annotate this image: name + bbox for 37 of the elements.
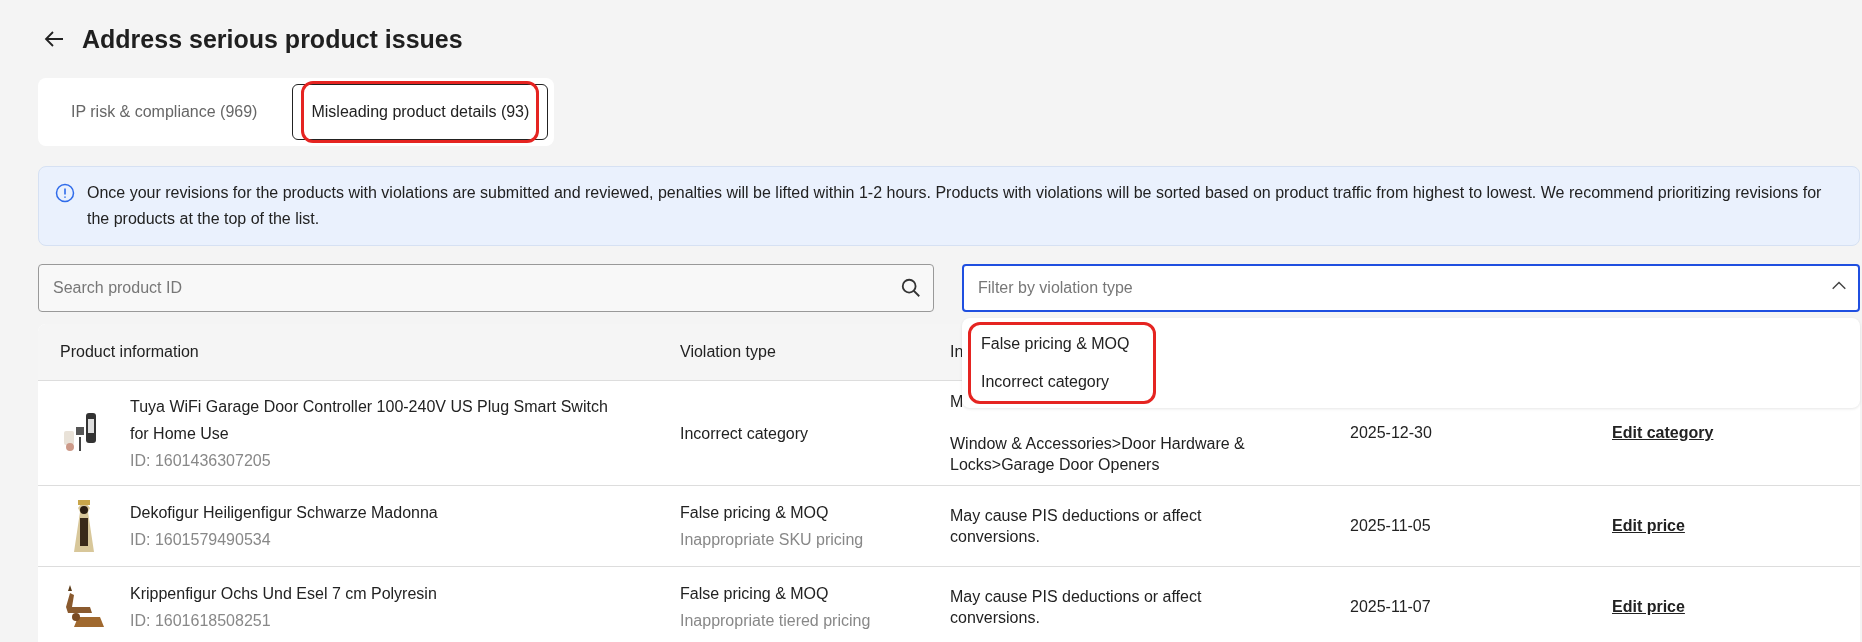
impact-text: Locks>Garage Door Openers	[950, 455, 1160, 475]
violation-detail: Inappropriate SKU pricing	[680, 530, 864, 550]
violation-type-dropdown[interactable]: Filter by violation type	[962, 264, 1860, 312]
deadline-date: 2025-11-07	[1350, 598, 1431, 615]
violation-type: Incorrect category	[680, 423, 809, 444]
impact-text: M	[950, 392, 964, 412]
impact-text: May cause PIS deductions or affect	[950, 587, 1202, 607]
product-id: ID: 1601436307205	[130, 450, 271, 471]
search-icon[interactable]	[900, 277, 922, 299]
product-name[interactable]: Tuya WiFi Garage Door Controller 100-240V US Plug Smart Switch for Home Use	[130, 392, 630, 447]
deadline-date: 2025-12-30	[1350, 424, 1432, 441]
violation-type: False pricing & MOQ	[680, 503, 829, 523]
search-field[interactable]: Search product ID	[38, 264, 934, 312]
product-name[interactable]: Krippenfigur Ochs Und Esel 7 cm Polyresin	[130, 580, 437, 607]
impact-text: conversions.	[950, 608, 1040, 628]
product-id: ID: 1601579490534	[130, 530, 271, 550]
column-header: Product information	[60, 343, 199, 360]
info-text: Once your revisions for the products with violations are submitted and reviewed, penalties will be lifted within 1-2 hours. Products with violations will be sorted based on product traffic from highest to lowest. We recommend prioritizing revisions for the products at the top of the list.	[87, 183, 1823, 229]
menu-option[interactable]: False pricing & MOQ	[977, 325, 1134, 363]
column-header: Violation type	[680, 343, 776, 360]
info-icon	[55, 183, 75, 203]
menu-option[interactable]: Incorrect category	[977, 363, 1114, 401]
page-title: Address serious product issues	[82, 24, 463, 54]
product-id: ID: 1601618508251	[130, 611, 271, 631]
edit-link[interactable]: Edit category	[1612, 424, 1714, 441]
impact-text: May cause PIS deductions or affect	[950, 506, 1202, 526]
impact-text: Window & Accessories>Door Hardware &	[950, 434, 1245, 454]
tab[interactable]: Misleading product details (93)	[292, 84, 549, 140]
tab[interactable]: IP risk & compliance (969)	[44, 84, 285, 140]
violation-type: False pricing & MOQ	[680, 584, 829, 604]
edit-link[interactable]: Edit price	[1612, 517, 1685, 534]
edit-link[interactable]: Edit price	[1612, 598, 1685, 615]
violation-detail: Inappropriate tiered pricing	[680, 611, 871, 631]
deadline-date: 2025-11-05	[1350, 517, 1431, 534]
column-header: In	[950, 343, 964, 360]
product-name[interactable]: Dekofigur Heiligenfigur Schwarze Madonna	[130, 499, 438, 526]
impact-text: conversions.	[950, 527, 1040, 547]
